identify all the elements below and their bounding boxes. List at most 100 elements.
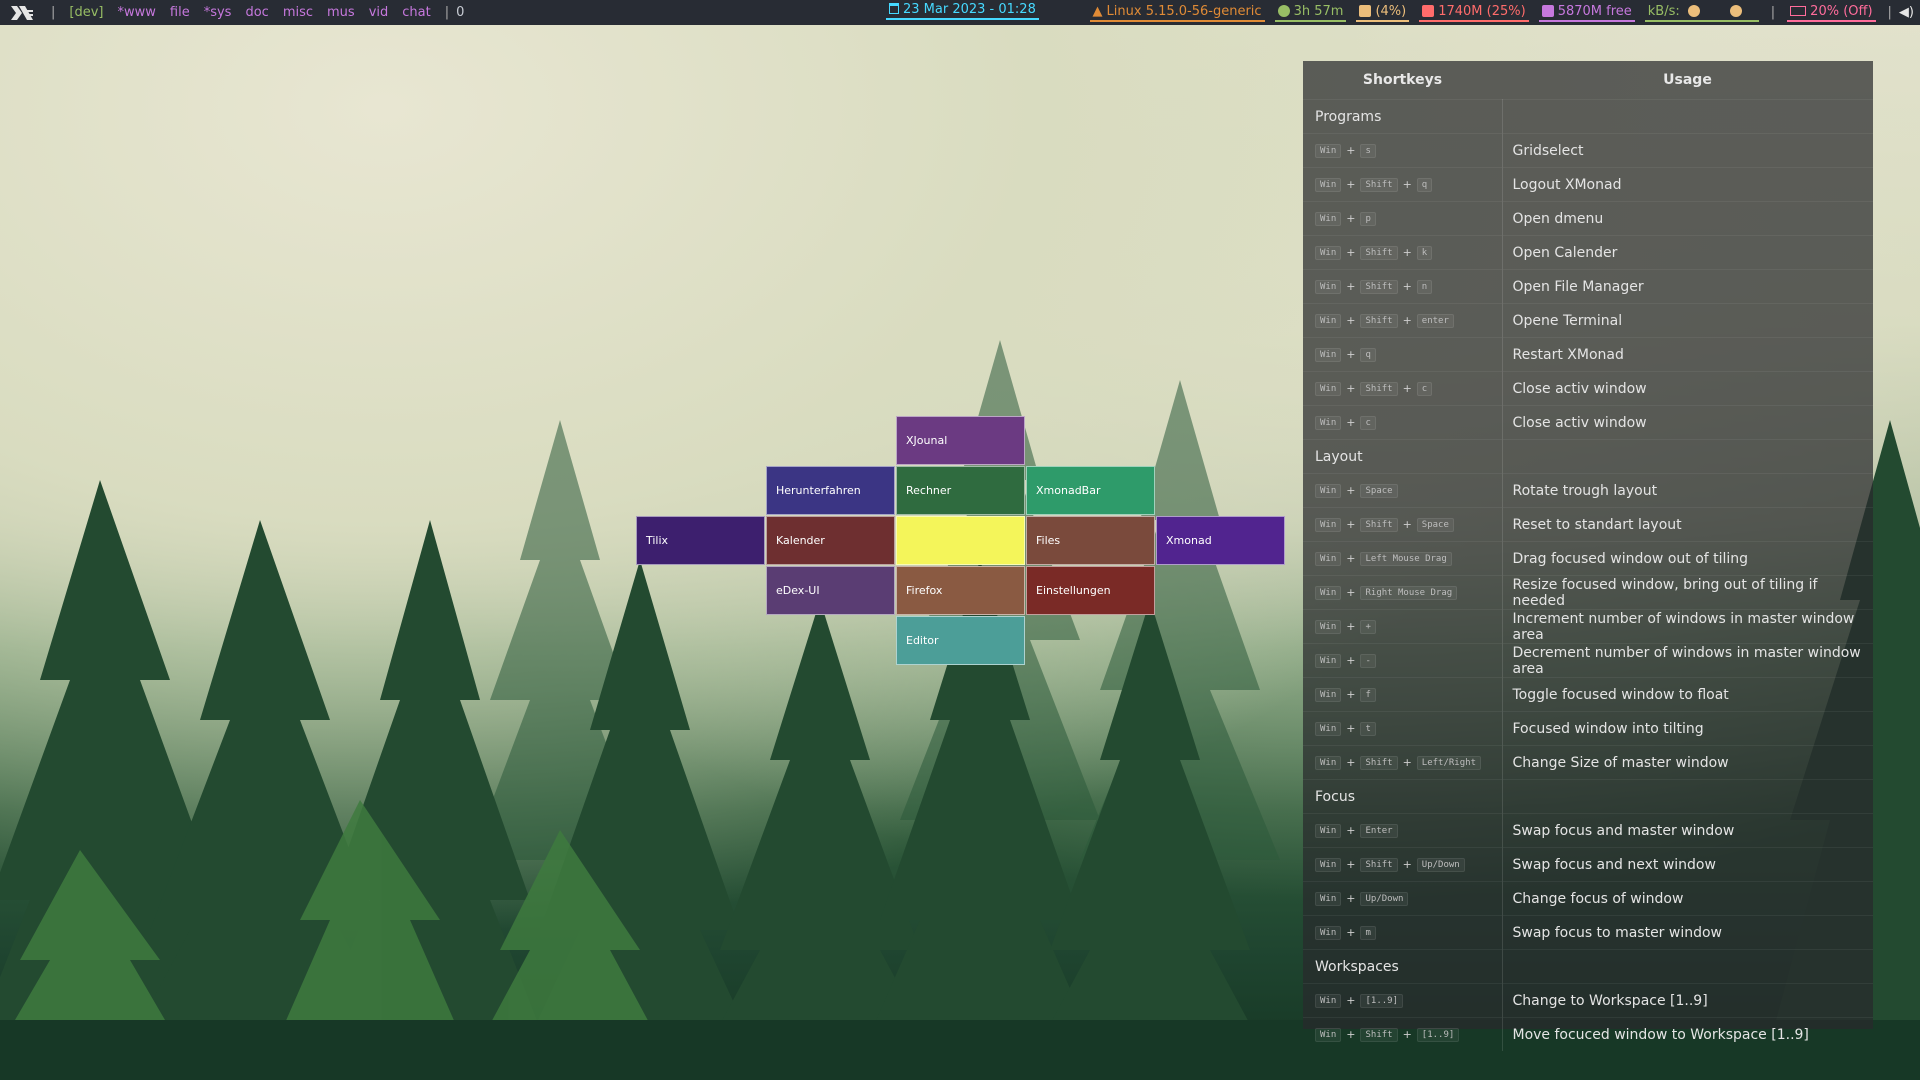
shortkey-row: Win + Shift + n Open File Manager xyxy=(1303,269,1873,304)
section-row: Layout xyxy=(1303,439,1873,474)
workspace-sys[interactable]: *sys xyxy=(204,5,232,20)
key-cap: m xyxy=(1360,925,1376,940)
key-cap: [1..9] xyxy=(1416,1027,1460,1042)
shortkey-row: Win + Left Mouse Drag Drag focused window o… xyxy=(1303,541,1873,576)
workspace-doc[interactable]: doc xyxy=(245,5,268,20)
cell-tilix[interactable]: Tilix xyxy=(636,516,765,565)
cpu-segment: (4%) xyxy=(1356,4,1410,22)
separator: | xyxy=(51,5,56,20)
cell-editor[interactable]: Editor xyxy=(896,616,1025,665)
key-cap: k xyxy=(1416,245,1433,260)
disk-text: 5870M free xyxy=(1557,3,1632,19)
clock-text: 23 Mar 2023 - 01:28 xyxy=(903,2,1036,17)
plus-sign: + xyxy=(1346,178,1356,191)
workspace-chat[interactable]: chat xyxy=(402,5,430,20)
key-cap: Win xyxy=(1315,143,1342,158)
shortkeys-body: Programs Win + s Gridselect Win + Shift + q Logout… xyxy=(1303,99,1873,1051)
key-cap: Win xyxy=(1315,925,1342,940)
key-cap: Win xyxy=(1315,721,1342,736)
plus-sign: + xyxy=(1402,280,1412,293)
uptime-text: 3h 57m xyxy=(1293,3,1344,19)
cell-einstellungen[interactable]: Einstellungen xyxy=(1026,566,1155,615)
cell-xjounal[interactable]: XJounal xyxy=(896,416,1025,465)
kernel-segment: ▲ Linux 5.15.0-56-generic xyxy=(1089,4,1265,22)
shortkey-combo: Win + Shift + Space xyxy=(1303,507,1503,542)
calendar-icon xyxy=(889,3,899,14)
key-cap: Shift xyxy=(1360,1027,1398,1042)
key-cap: Space xyxy=(1416,517,1454,532)
key-cap: Win xyxy=(1315,585,1342,600)
cell-firefox[interactable]: Firefox xyxy=(896,566,1025,615)
section-spacer xyxy=(1502,949,1873,984)
key-cap: Win xyxy=(1315,755,1342,770)
cell-edex-ui[interactable]: eDex-UI xyxy=(766,566,895,615)
shortkey-row: Win + Shift + Up/Down Swap focus and next win… xyxy=(1303,847,1873,882)
shortkey-usage: Open File Manager xyxy=(1502,269,1873,304)
cell-selected[interactable] xyxy=(896,516,1025,565)
shortkey-row: Win + Enter Swap focus and master window xyxy=(1303,813,1873,848)
shortkey-combo: Win + Shift + n xyxy=(1303,269,1503,304)
cell-xmonad[interactable]: Xmonad xyxy=(1156,516,1285,565)
plus-sign: + xyxy=(1346,416,1356,429)
workspace-vid[interactable]: vid xyxy=(369,5,389,20)
key-cap: c xyxy=(1360,415,1376,430)
plus-sign: + xyxy=(1346,722,1356,735)
shortkey-usage: Close activ window xyxy=(1502,371,1873,406)
section-spacer xyxy=(1502,99,1873,134)
key-cap: Shift xyxy=(1360,313,1398,328)
separator: | xyxy=(444,5,450,20)
cell-rechner[interactable]: Rechner xyxy=(896,466,1025,515)
shortkey-row: Win + Shift + enter Opene Terminal xyxy=(1303,303,1873,338)
key-cap: [1..9] xyxy=(1360,993,1403,1008)
shortkey-usage: Swap focus and next window xyxy=(1502,847,1873,882)
shortkey-row: Win + t Focused window into tilting xyxy=(1303,711,1873,746)
key-cap: t xyxy=(1360,721,1376,736)
plus-sign: + xyxy=(1402,858,1412,871)
shortkey-row: Win + [1..9] Change to Workspace [1..9] xyxy=(1303,983,1873,1018)
cell-xmonadbar[interactable]: XmonadBar xyxy=(1026,466,1155,515)
shortkey-usage: Reset to standart layout xyxy=(1502,507,1873,542)
shortkey-usage: Focused window into tilting xyxy=(1502,711,1873,746)
shortkey-row: Win + m Swap focus to master window xyxy=(1303,915,1873,950)
workspace-file[interactable]: file xyxy=(170,5,190,20)
key-cap: Space xyxy=(1360,483,1398,498)
plus-sign: + xyxy=(1346,654,1356,667)
shortkeys-panel: Shortkeys Usage Programs Win + s Gridselect W… xyxy=(1303,61,1873,1051)
clock[interactable]: 23 Mar 2023 - 01:28 xyxy=(886,2,1039,20)
mem-text: 1740M (25%) xyxy=(1438,3,1526,19)
workspace-misc[interactable]: misc xyxy=(283,5,313,20)
section-row: Workspaces xyxy=(1303,949,1873,984)
shortkey-combo: Win + + xyxy=(1303,609,1503,644)
upload-icon xyxy=(1729,5,1742,17)
plus-sign: + xyxy=(1402,382,1412,395)
workspace-www[interactable]: *www xyxy=(117,5,155,20)
cell-files[interactable]: Files xyxy=(1026,516,1155,565)
disk-segment: 5870M free xyxy=(1538,3,1635,22)
uptime-segment: 3h 57m xyxy=(1274,3,1347,22)
shortkey-combo: Win + c xyxy=(1303,405,1503,440)
memory-icon xyxy=(1422,5,1435,17)
cell-kalender[interactable]: Kalender xyxy=(766,516,895,565)
key-cap: q xyxy=(1360,347,1376,362)
net-segment: kB/s: xyxy=(1644,4,1759,22)
shortkeys-header: Shortkeys xyxy=(1362,72,1443,88)
shortkey-combo: Win + Shift + Left/Right xyxy=(1303,745,1503,780)
key-cap: + xyxy=(1360,619,1376,634)
plus-sign: + xyxy=(1346,824,1356,837)
xmonad-logo-icon[interactable] xyxy=(10,3,36,23)
usage-header: Usage xyxy=(1663,72,1712,88)
shortkey-row: Win + f Toggle focused window to float xyxy=(1303,677,1873,712)
shortkey-usage: Resize focused window, bring out of tili… xyxy=(1502,575,1873,610)
plus-sign: + xyxy=(1346,212,1356,225)
plus-sign: + xyxy=(1346,858,1356,871)
workspace-mus[interactable]: mus xyxy=(327,5,355,20)
shortkey-combo: Win + - xyxy=(1303,643,1503,678)
volume-icon[interactable]: ◀) xyxy=(1899,5,1914,20)
section-title: Workspaces xyxy=(1303,949,1503,984)
cell-herunterfahren[interactable]: Herunterfahren xyxy=(766,466,895,515)
key-cap: Enter xyxy=(1360,823,1398,838)
shortkey-combo: Win + Right Mouse Drag xyxy=(1303,575,1503,610)
plus-sign: + xyxy=(1346,756,1356,769)
workspace-dev[interactable]: [dev] xyxy=(69,5,103,20)
key-cap: Win xyxy=(1315,653,1342,668)
